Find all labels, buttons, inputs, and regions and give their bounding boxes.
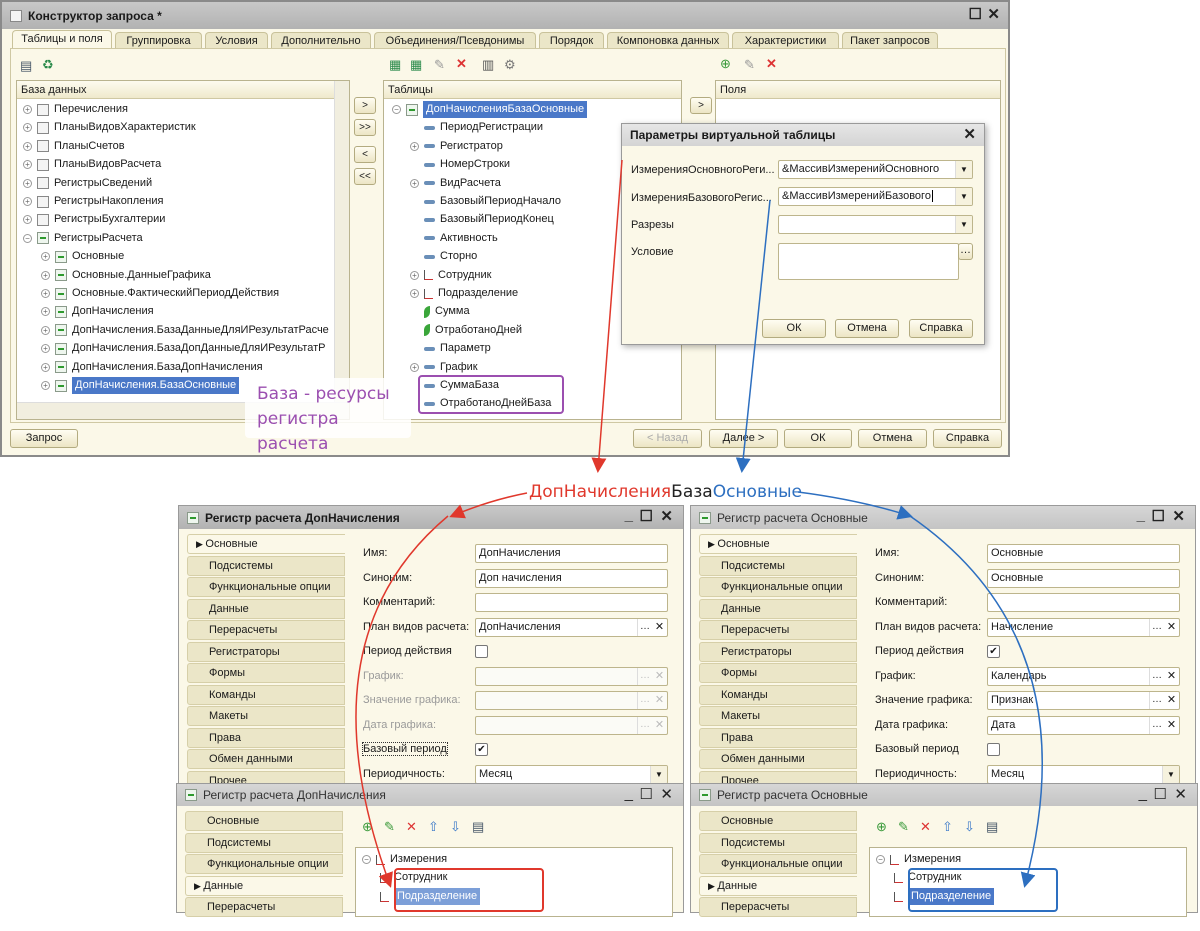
blue-arrow-from-dialog xyxy=(735,199,771,473)
blue-arrow-to-register xyxy=(797,491,913,520)
red-arrow-to-dimensions xyxy=(355,515,449,888)
red-arrow-from-tables xyxy=(591,159,623,473)
blue-arrow-to-dimensions xyxy=(909,515,1043,888)
red-arrow-to-register xyxy=(449,492,528,519)
annotation-arrows xyxy=(355,159,1043,888)
